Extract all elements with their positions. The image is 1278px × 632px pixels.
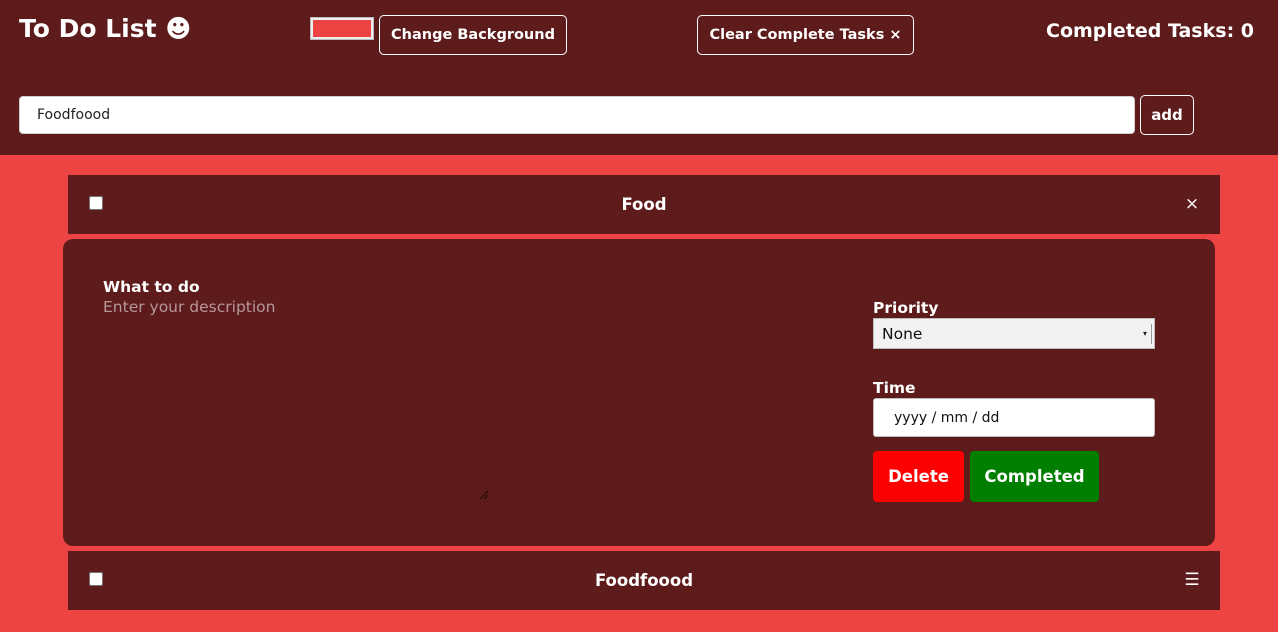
priority-label: Priority — [873, 299, 939, 317]
change-background-button[interactable]: Change Background — [379, 15, 567, 55]
task-complete-checkbox[interactable] — [89, 572, 103, 586]
time-label: Time — [873, 379, 916, 397]
delete-label: Delete — [888, 467, 949, 486]
task-detail-panel: What to do Enter your description Priori… — [63, 239, 1215, 546]
clear-complete-tasks-button[interactable]: Clear Complete Tasks × — [697, 15, 914, 55]
completed-tasks-counter: Completed Tasks: 0 — [1046, 20, 1254, 42]
description-textarea[interactable]: Enter your description — [103, 298, 490, 500]
priority-select[interactable]: None ▾ — [873, 318, 1155, 349]
task-title: Food — [621, 195, 667, 214]
new-task-input[interactable] — [19, 96, 1135, 134]
add-label: add — [1151, 106, 1183, 124]
change-background-label: Change Background — [391, 27, 555, 43]
completed-label: Completed — [984, 467, 1085, 486]
time-date-input[interactable]: yyyy / mm / dd — [873, 398, 1155, 437]
close-icon: × — [889, 27, 902, 43]
color-swatch-fill — [313, 20, 371, 37]
task-row[interactable]: Foodfoood ☰ — [68, 551, 1220, 610]
delete-task-button[interactable]: Delete — [873, 451, 964, 502]
date-placeholder: yyyy / mm / dd — [894, 409, 1000, 426]
priority-selected-value: None — [882, 324, 923, 343]
task-complete-checkbox[interactable] — [89, 196, 103, 210]
app-title: To Do List ☻ — [19, 14, 192, 43]
mark-completed-button[interactable]: Completed — [970, 451, 1099, 502]
background-color-picker[interactable] — [310, 17, 374, 40]
close-icon[interactable]: × — [1184, 193, 1200, 215]
chevron-down-icon: ▾ — [1143, 324, 1152, 344]
description-label: What to do — [103, 278, 200, 296]
add-task-button[interactable]: add — [1140, 95, 1194, 135]
resize-handle-icon[interactable] — [478, 489, 488, 499]
task-title: Foodfoood — [594, 571, 694, 590]
clear-complete-label: Clear Complete Tasks — [709, 27, 885, 43]
menu-icon[interactable]: ☰ — [1184, 569, 1200, 591]
app-header: To Do List ☻ Change Background Clear Com… — [0, 0, 1278, 155]
task-row[interactable]: Food × — [68, 175, 1220, 234]
description-placeholder: Enter your description — [103, 298, 276, 316]
